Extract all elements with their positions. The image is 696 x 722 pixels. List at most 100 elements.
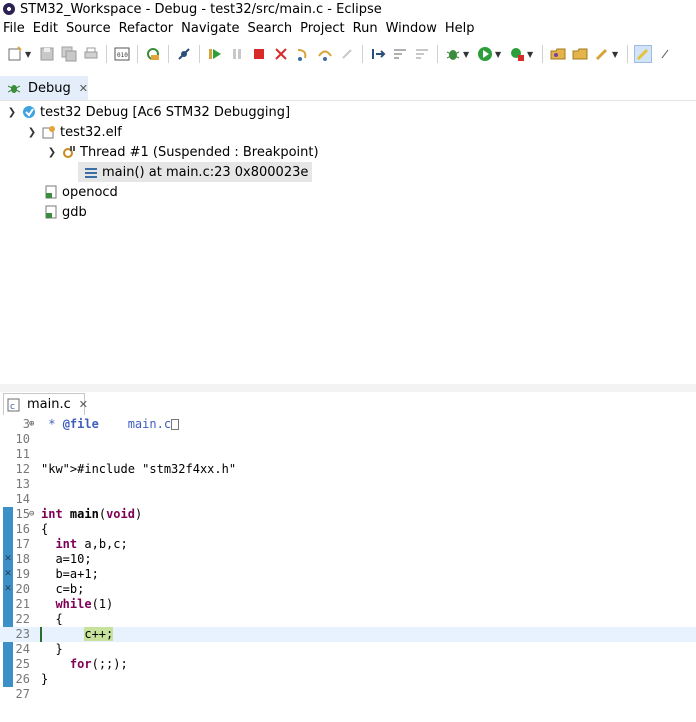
line-number[interactable]: 16 (14, 522, 30, 537)
code-line[interactable]: 12 "kw">#include "stm32f4xx.h" (0, 462, 696, 477)
line-number[interactable]: 18 (14, 552, 30, 567)
run-icon[interactable] (476, 45, 494, 63)
code-text[interactable]: a=10; (41, 552, 91, 567)
edit-pen-icon[interactable] (593, 45, 611, 63)
step-return-icon[interactable] (338, 45, 356, 63)
save-icon[interactable] (38, 45, 56, 63)
code-text[interactable]: c++; (41, 627, 114, 642)
code-text[interactable]: c=b; (41, 582, 84, 597)
skip-breakpoints-icon[interactable] (175, 45, 193, 63)
code-line[interactable]: 3 ⊕ * @file main.c (0, 417, 696, 432)
tree-item-thread[interactable]: ❯ Thread #1 (Suspended : Breakpoint) (46, 142, 319, 162)
menu-navigate[interactable]: Navigate (177, 21, 243, 36)
chevron-down-icon[interactable]: ❯ (26, 127, 38, 138)
debug-icon[interactable] (444, 45, 462, 63)
tree-item-process[interactable]: ❯ test32.elf (26, 122, 122, 142)
code-line[interactable]: 19 b=a+1; (0, 567, 696, 582)
code-line[interactable]: 14 (0, 492, 696, 507)
code-line[interactable]: 15 ⊖ int main(void) (0, 507, 696, 522)
code-text[interactable]: { (41, 522, 48, 537)
line-number[interactable]: 22 (14, 612, 30, 627)
code-line[interactable]: 27 (0, 687, 696, 702)
new-dropdown-icon[interactable]: ▼ (25, 50, 33, 59)
code-line[interactable]: 26} (0, 672, 696, 687)
line-number[interactable]: 12 (14, 462, 30, 477)
code-text[interactable]: b=a+1; (41, 567, 98, 582)
menu-source[interactable]: Source (62, 21, 115, 36)
tree-item-launch[interactable]: ❯ test32 Debug [Ac6 STM32 Debugging] (6, 102, 290, 122)
instruction-stepping-icon[interactable] (369, 45, 387, 63)
menu-help[interactable]: Help (441, 21, 479, 36)
highlight-pen-icon[interactable] (634, 45, 652, 63)
code-text[interactable]: int main(void) (41, 507, 142, 522)
tab-debug[interactable]: Debug ✕ (0, 76, 88, 100)
line-number[interactable]: 19 (14, 567, 30, 582)
menu-run[interactable]: Run (349, 21, 382, 36)
line-number[interactable]: 26 (14, 672, 30, 687)
menu-search[interactable]: Search (243, 21, 296, 36)
print-icon[interactable] (82, 45, 100, 63)
save-all-icon[interactable] (60, 45, 78, 63)
selected-stack-frame[interactable]: main() at main.c:23 0x800023e (78, 162, 313, 182)
line-number[interactable]: 21 (14, 597, 30, 612)
suspend-icon[interactable] (228, 45, 246, 63)
code-text[interactable]: * @file main.c (41, 417, 171, 432)
step-filter-icon[interactable] (391, 45, 409, 63)
code-text[interactable]: int a,b,c; (41, 537, 127, 552)
refresh-build-icon[interactable] (144, 45, 162, 63)
code-line[interactable]: 24 } (0, 642, 696, 657)
code-line[interactable]: 20 c=b; (0, 582, 696, 597)
new-icon[interactable] (6, 45, 24, 63)
binary-icon[interactable]: 010 (113, 45, 131, 63)
close-icon[interactable]: ✕ (79, 398, 88, 411)
line-number[interactable]: 15 (14, 507, 30, 522)
code-line[interactable]: 21 while(1) (0, 597, 696, 612)
external-tools-icon[interactable] (508, 45, 526, 63)
code-text[interactable]: } (41, 672, 48, 687)
edit-dropdown-icon[interactable]: ▼ (612, 50, 620, 59)
line-number[interactable]: 3 (14, 417, 30, 432)
terminate-icon[interactable] (250, 45, 268, 63)
debug-dropdown-icon[interactable]: ▼ (463, 50, 471, 59)
run-dropdown-icon[interactable]: ▼ (495, 50, 503, 59)
open-folder-icon[interactable] (571, 45, 589, 63)
close-icon[interactable]: ✕ (79, 82, 88, 95)
collapse-fold-icon[interactable]: ⊖ (29, 507, 39, 522)
code-line[interactable]: 13 (0, 477, 696, 492)
step-into-icon[interactable] (294, 45, 312, 63)
code-line[interactable]: 22 { (0, 612, 696, 627)
code-text[interactable]: { (41, 612, 62, 627)
line-number[interactable]: 27 (14, 687, 30, 702)
code-text[interactable]: } (41, 642, 62, 657)
menu-project[interactable]: Project (296, 21, 348, 36)
disconnect-icon[interactable] (272, 45, 290, 63)
code-text[interactable]: for(;;); (41, 657, 128, 672)
line-number[interactable]: 17 (14, 537, 30, 552)
line-number[interactable]: 23 (14, 627, 30, 642)
drop-to-frame-icon[interactable] (413, 45, 431, 63)
more-toolbar-icon[interactable] (656, 45, 674, 63)
tree-item-stack-frame[interactable]: main() at main.c:23 0x800023e (66, 162, 313, 182)
folded-comment-marker[interactable] (171, 419, 179, 430)
external-tools-dropdown-icon[interactable]: ▼ (527, 50, 535, 59)
view-splitter[interactable] (0, 384, 696, 392)
line-number[interactable]: 11 (14, 447, 30, 462)
chevron-down-icon[interactable]: ❯ (46, 147, 58, 158)
tab-main-c[interactable]: c main.c ✕ (3, 393, 88, 415)
expand-fold-icon[interactable]: ⊕ (29, 417, 39, 432)
code-line[interactable]: 17 int a,b,c; (0, 537, 696, 552)
line-number[interactable]: 24 (14, 642, 30, 657)
code-editor[interactable]: ✕✕✕➢ 3⊕ * @file main.c101112"kw">#includ… (0, 415, 696, 722)
chevron-down-icon[interactable]: ❯ (6, 107, 18, 118)
code-line[interactable]: 11 (0, 447, 696, 462)
step-over-icon[interactable] (316, 45, 334, 63)
line-number[interactable]: 14 (14, 492, 30, 507)
code-text[interactable]: while(1) (41, 597, 113, 612)
code-line[interactable]: 16 { (0, 522, 696, 537)
line-number[interactable]: 13 (14, 477, 30, 492)
code-line[interactable]: 18 a=10; (0, 552, 696, 567)
code-text[interactable]: "kw">#include "stm32f4xx.h" (41, 462, 236, 477)
code-line[interactable]: 23 c++; (0, 627, 696, 642)
line-number[interactable]: 20 (14, 582, 30, 597)
tree-item-openocd[interactable]: openocd (40, 182, 118, 202)
